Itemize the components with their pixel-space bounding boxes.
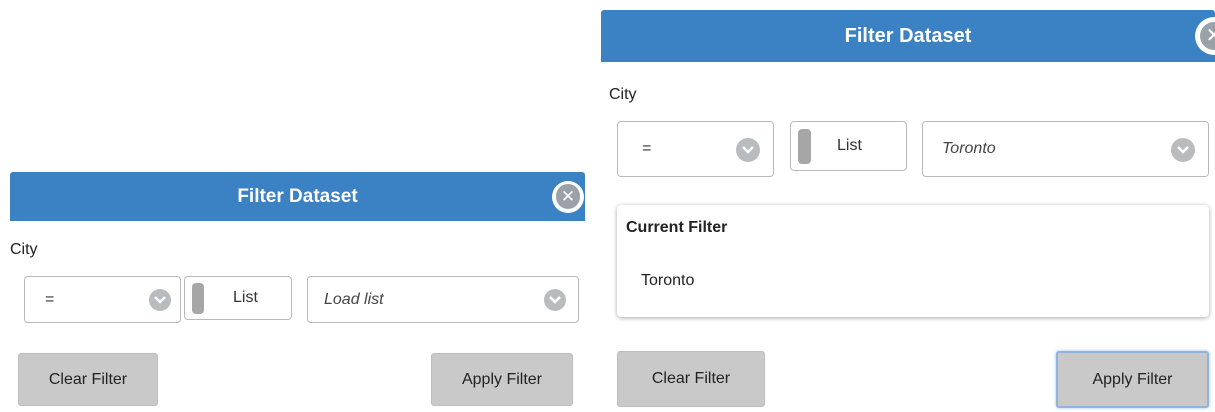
- dialog-title-bar: Filter Dataset ✕: [601, 10, 1215, 62]
- dialog-title: Filter Dataset: [844, 24, 972, 47]
- value-selected: Toronto: [942, 140, 996, 157]
- current-filter-panel: Current Filter Toronto: [617, 205, 1209, 317]
- toggle-knob: [798, 129, 811, 164]
- dialog-title: Filter Dataset: [237, 185, 358, 207]
- list-toggle-label: List: [233, 289, 258, 306]
- close-button[interactable]: ✕: [1195, 17, 1215, 55]
- dialog-title-bar: Filter Dataset ✕: [10, 172, 585, 221]
- toggle-knob: [192, 283, 204, 314]
- close-icon: ✕: [1199, 21, 1215, 51]
- list-toggle[interactable]: List: [790, 121, 907, 171]
- close-button[interactable]: ✕: [552, 180, 584, 213]
- chevron-down-icon: [736, 138, 760, 162]
- value-select[interactable]: Toronto: [922, 121, 1209, 177]
- clear-filter-button[interactable]: Clear Filter: [18, 353, 158, 406]
- operator-select[interactable]: =: [24, 276, 181, 323]
- operator-select[interactable]: =: [617, 121, 774, 177]
- current-filter-value: Toronto: [641, 272, 695, 289]
- operator-value: =: [45, 290, 55, 308]
- field-label-city: City: [10, 241, 38, 258]
- value-placeholder: Load list: [324, 290, 384, 308]
- close-icon: ✕: [555, 184, 581, 209]
- value-select[interactable]: Load list: [307, 276, 579, 323]
- field-label-city: City: [609, 86, 637, 103]
- filter-dialog-left: Filter Dataset ✕ City = List Load list C…: [10, 172, 585, 412]
- list-toggle-label: List: [837, 137, 862, 154]
- apply-filter-button[interactable]: Apply Filter: [1056, 351, 1209, 408]
- current-filter-heading: Current Filter: [626, 219, 728, 236]
- chevron-down-icon: [1171, 138, 1195, 162]
- clear-filter-button[interactable]: Clear Filter: [617, 351, 765, 407]
- operator-value: =: [642, 140, 652, 157]
- apply-filter-button[interactable]: Apply Filter: [431, 353, 573, 406]
- filter-dialog-right: Filter Dataset ✕ City = List Toronto Cur…: [601, 10, 1215, 412]
- chevron-down-icon: [149, 289, 171, 311]
- list-toggle[interactable]: List: [184, 276, 292, 320]
- chevron-down-icon: [544, 289, 566, 311]
